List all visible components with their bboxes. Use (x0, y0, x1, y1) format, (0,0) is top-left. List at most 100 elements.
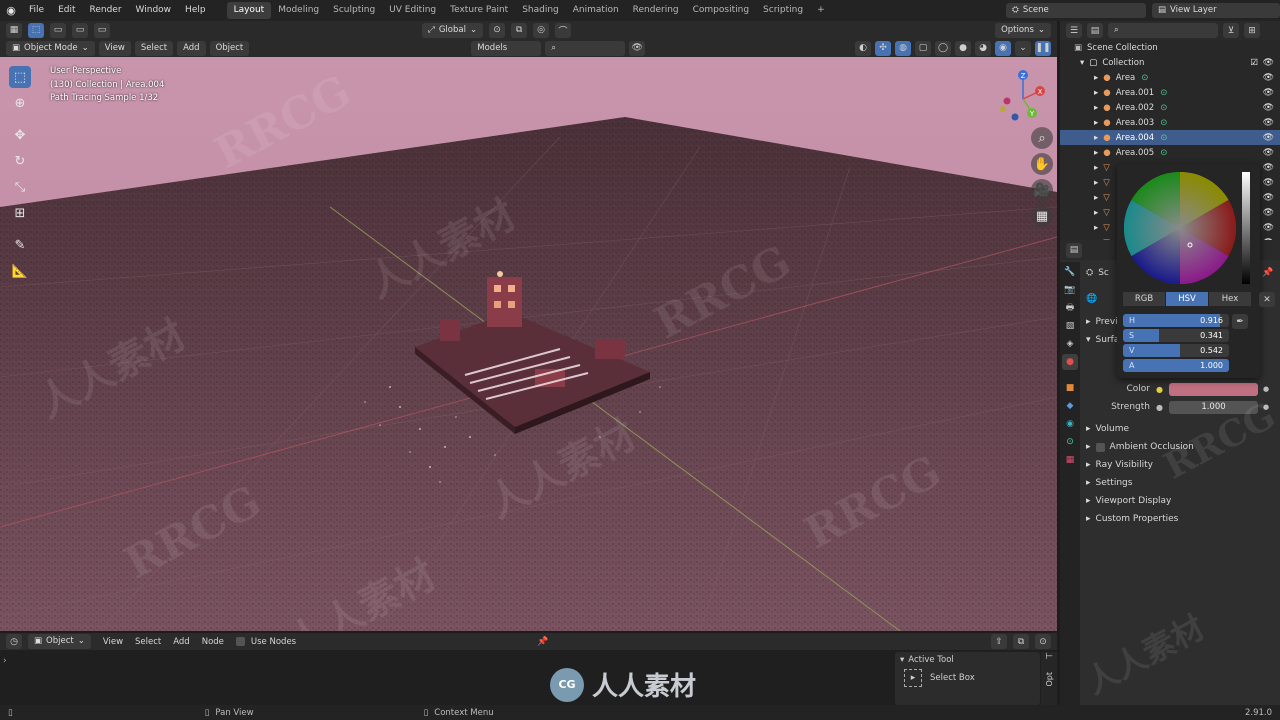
object-tab-icon[interactable]: ■ (1062, 380, 1078, 396)
active-tool-header[interactable]: ▾ Active Tool (895, 652, 1040, 667)
active-tool-item[interactable]: ▸ Select Box (895, 667, 1040, 689)
select-mode-icon[interactable]: ⬚ (28, 22, 44, 38)
pivot-icon[interactable]: ⊙ (489, 22, 506, 38)
pin-icon[interactable]: 📌 (1262, 268, 1273, 278)
eye-icon[interactable]: 👁 (1263, 163, 1274, 173)
options-dropdown[interactable]: Options ⌄ (995, 22, 1051, 38)
menu-help[interactable]: Help (178, 0, 213, 21)
mode-tab-hsv[interactable]: HSV (1166, 292, 1208, 306)
expand-arrow-icon[interactable]: ▸ (1094, 103, 1098, 113)
expand-arrow-icon[interactable]: ▾ (1080, 58, 1084, 68)
overlay-toggle-icon[interactable]: ◍ (895, 40, 911, 56)
tab-options[interactable]: Opt (1045, 672, 1054, 687)
xray-toggle-icon[interactable]: ▢ (915, 40, 931, 56)
shading-material-icon[interactable]: ◕ (975, 40, 991, 56)
eye-icon[interactable]: 👁 (1263, 58, 1274, 68)
mode-tab-rgb[interactable]: RGB (1123, 292, 1165, 306)
snap-icon[interactable]: ⧉ (511, 22, 528, 38)
saturation-slider[interactable]: S 0.341 (1123, 329, 1229, 342)
outliner-item[interactable]: ▸ ● Area.002 ⊙ 👁 (1060, 100, 1280, 115)
camera-view-icon[interactable]: 🎥 (1031, 179, 1053, 201)
socket-dot-icon[interactable]: ● (1156, 403, 1163, 412)
eye-icon[interactable]: 👁 (1263, 118, 1274, 128)
menu-render[interactable]: Render (83, 0, 129, 21)
sidebar-collapse-icon[interactable]: ⊢ (1041, 652, 1057, 662)
outliner-scene-collection[interactable]: ▣ Scene Collection (1060, 40, 1280, 55)
expand-arrow-icon[interactable]: ▸ (1094, 88, 1098, 98)
outliner-collection[interactable]: ▾ ▢ Collection ☑ 👁 (1060, 55, 1280, 70)
new-collection-icon[interactable]: ⊞ (1244, 23, 1260, 38)
keyframe-dot-icon[interactable]: ● (1263, 403, 1269, 411)
shader-type-dropdown[interactable]: ▣ Object ⌄ (28, 634, 91, 649)
eye-icon[interactable]: 👁 (1263, 148, 1274, 158)
outliner-search-field[interactable]: ⌕ (1108, 23, 1218, 38)
view-layer-tab-icon[interactable]: ▧ (1062, 318, 1078, 334)
expand-arrow-icon[interactable]: ▸ (1094, 193, 1098, 203)
menu-file[interactable]: File (22, 0, 51, 21)
strength-field[interactable]: 1.000 (1168, 400, 1258, 414)
node-menu-node[interactable]: Node (202, 637, 224, 647)
eyedropper-icon[interactable]: ✒ (1232, 314, 1248, 329)
expand-arrow-icon[interactable]: ▸ (1094, 178, 1098, 188)
viewport-menu-view[interactable]: View (98, 40, 131, 56)
outliner-item[interactable]: ▸ ● Area.001 ⊙ 👁 (1060, 85, 1280, 100)
checkbox-icon[interactable]: ☑ (1250, 58, 1258, 68)
object-visibility-icon[interactable]: ◐ (855, 40, 871, 56)
eye-icon[interactable]: 👁 (1263, 73, 1274, 83)
properties-editor-icon[interactable]: ▤ (1066, 242, 1082, 258)
shading-solid-icon[interactable]: ● (955, 40, 971, 56)
use-nodes-checkbox[interactable] (235, 637, 245, 646)
overlay-icon[interactable]: ⊙ (1035, 634, 1051, 649)
viewport-display-panel[interactable]: ▸ Viewport Display (1086, 496, 1171, 506)
scene-selector[interactable]: ⛭ Scene (1006, 3, 1146, 18)
select-box-tool-icon[interactable]: ⬚ (9, 66, 31, 88)
mode-tab-hex[interactable]: Hex (1209, 292, 1251, 306)
blender-logo-icon[interactable]: ◉ (0, 4, 22, 17)
visibility-eye-icon[interactable]: 👁 (629, 40, 646, 56)
value-slider[interactable] (1242, 172, 1250, 284)
settings-panel[interactable]: ▸ Settings (1086, 478, 1132, 488)
navigation-gizmo[interactable]: Z X Y (993, 67, 1053, 127)
pause-render-icon[interactable]: ❚❚ (1035, 40, 1051, 56)
custom-properties-panel[interactable]: ▸ Custom Properties (1086, 514, 1178, 524)
expand-arrow-icon[interactable]: ▸ (1094, 73, 1098, 83)
world-tab-icon[interactable]: ● (1062, 354, 1078, 370)
expand-arrow-icon[interactable]: ▸ (1094, 223, 1098, 233)
node-menu-view[interactable]: View (103, 637, 123, 647)
ambient-occlusion-panel[interactable]: ▸ Ambient Occlusion (1086, 442, 1194, 452)
expand-arrow-icon[interactable]: ▸ (1094, 208, 1098, 218)
keyframe-dot-icon[interactable]: ● (1263, 385, 1269, 393)
zoom-icon[interactable]: ⌕ (1031, 127, 1053, 149)
texture-tab-icon[interactable]: ▦ (1062, 452, 1078, 468)
outliner-item[interactable]: ▸ ● Area.005 ⊙ 👁 (1060, 145, 1280, 160)
node-menu-select[interactable]: Select (135, 637, 161, 647)
collection-filter-dropdown[interactable]: Models (471, 40, 542, 56)
select-new-icon[interactable]: ▭ (50, 22, 66, 38)
shading-wireframe-icon[interactable]: ◯ (935, 40, 951, 56)
view-layer-selector[interactable]: ▤ View Layer (1152, 3, 1280, 18)
expand-arrow-icon[interactable]: ▸ (1094, 118, 1098, 128)
proportional-edit-icon[interactable]: ◎ (533, 22, 550, 38)
tab-scripting[interactable]: Scripting (756, 2, 810, 19)
annotate-tool-icon[interactable]: ✎ (9, 234, 31, 256)
editor-type-icon[interactable]: ▦ (6, 22, 22, 38)
outliner-item-selected[interactable]: ▸ ● Area.004 ⊙ 👁 (1060, 130, 1280, 145)
render-tab-icon[interactable]: 📷 (1062, 282, 1078, 298)
expand-arrow-icon[interactable]: ▸ (1094, 163, 1098, 173)
node-editor-type-icon[interactable]: ◷ (6, 634, 22, 649)
ambient-occlusion-checkbox[interactable] (1095, 442, 1105, 452)
tab-shading[interactable]: Shading (515, 2, 566, 19)
eye-icon[interactable]: 👁 (1263, 178, 1274, 188)
display-mode-icon[interactable]: ▤ (1087, 23, 1103, 38)
value-slider-field[interactable]: V 0.542 (1123, 344, 1229, 357)
pin-icon[interactable]: 📌 (537, 637, 548, 647)
select-subtract-icon[interactable]: ▭ (94, 22, 110, 38)
select-extend-icon[interactable]: ▭ (72, 22, 88, 38)
transform-tool-icon[interactable]: ⊞ (9, 202, 31, 224)
pan-hand-icon[interactable]: ✋ (1031, 153, 1053, 175)
physics-tab-icon[interactable]: ◉ (1062, 416, 1078, 432)
outliner-item[interactable]: ▸ ● Area.003 ⊙ 👁 (1060, 115, 1280, 130)
menu-window[interactable]: Window (129, 0, 179, 21)
viewport-menu-add[interactable]: Add (177, 40, 206, 56)
object-data-tab-icon[interactable]: ⊙ (1062, 434, 1078, 450)
